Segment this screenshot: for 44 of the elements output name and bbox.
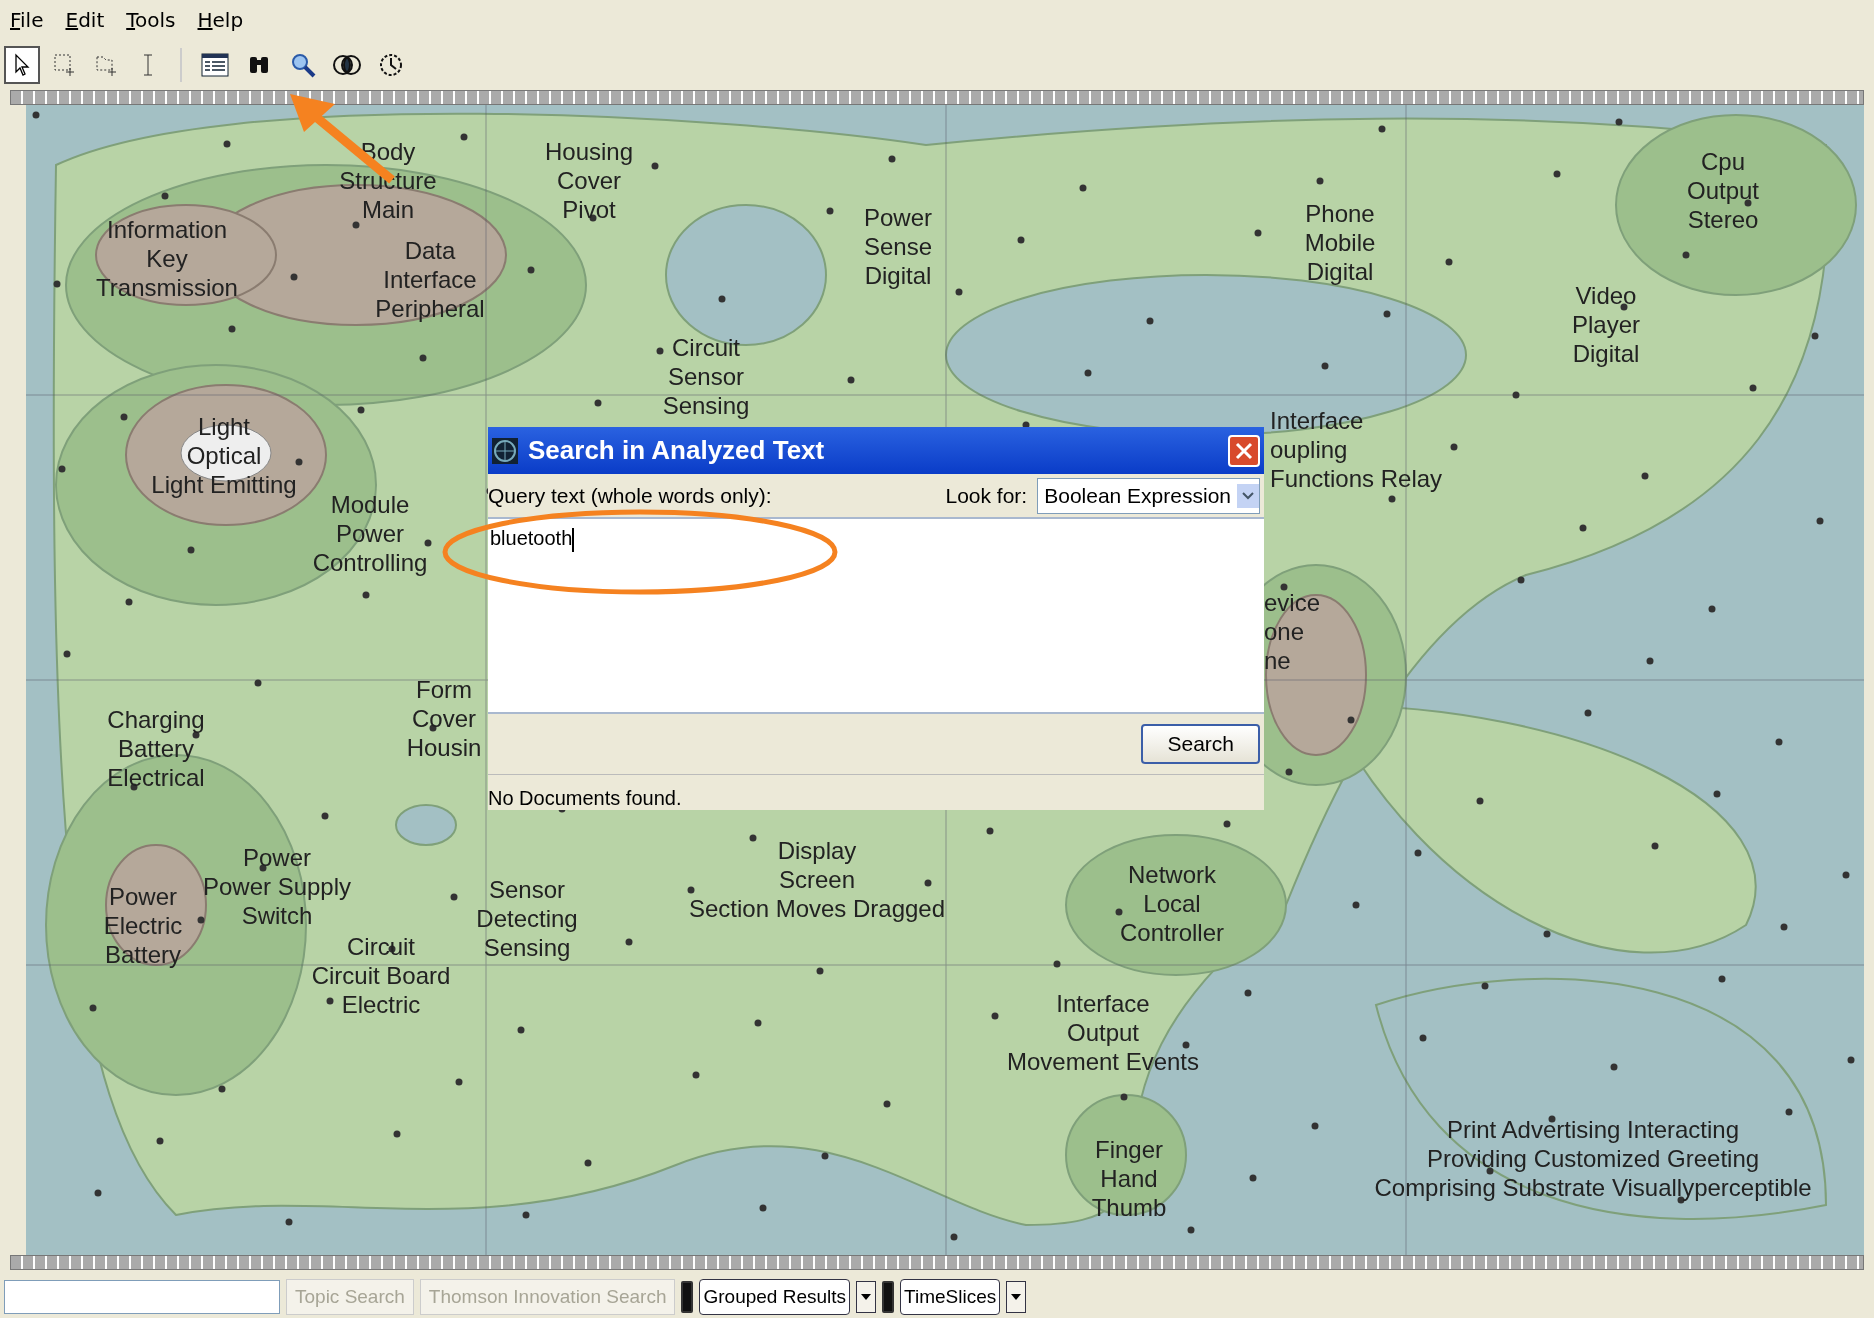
menu-item[interactable]: Help: [197, 8, 244, 32]
view-dropdown[interactable]: Grouped Results: [699, 1279, 851, 1315]
menu-item[interactable]: Edit: [65, 8, 105, 32]
map-label: Phone Mobile Digital: [1304, 199, 1376, 286]
map-label: Housing Cover Pivot: [544, 137, 634, 224]
status-text: No Documents found.: [488, 786, 683, 810]
map-label: Information Key Transmission: [96, 215, 238, 302]
search-button[interactable]: Search: [1141, 724, 1260, 764]
query-text-area[interactable]: bluetooth: [488, 517, 1264, 714]
map-label: Form Cover Housin: [406, 675, 482, 762]
map-label: Charging Battery Electrical: [107, 705, 205, 792]
query-label: Query text (whole words only):: [488, 483, 773, 508]
map-label: Finger Hand Thumb: [1091, 1135, 1167, 1222]
map-label: Network Local Controller: [1120, 860, 1224, 947]
map-label: Circuit Sensor Sensing: [662, 333, 750, 420]
map-label: Print Advertising Interacting Providing Customized Greeting Comprising Substrate Visuallyperceptible: [1374, 1115, 1812, 1202]
map-label: Display Screen Section Moves Dragged: [688, 836, 946, 923]
rect-select-icon: [52, 52, 76, 78]
globe-icon: [492, 437, 518, 464]
map-label: Module Power Controlling: [312, 490, 428, 577]
grip-icon: [681, 1281, 694, 1313]
map-label: Circuit Circuit Board Electric: [311, 932, 451, 1019]
look-for-label: Look for:: [945, 483, 1028, 508]
pointer-tool-button[interactable]: [4, 46, 40, 84]
menu-item[interactable]: Tools: [126, 8, 176, 32]
map-label: evice one ne: [1264, 588, 1321, 675]
map-label: Cpu Output Stereo: [1687, 147, 1759, 234]
map-label: Video Player Digital: [1572, 281, 1640, 368]
map-label: Light Optical Light Emitting: [151, 412, 297, 499]
map-label: Power Sense Digital: [863, 203, 933, 290]
close-button[interactable]: [1228, 434, 1260, 467]
map-label: Sensor Detecting Sensing: [476, 875, 578, 962]
look-for-dropdown[interactable]: Boolean Expression: [1037, 477, 1260, 514]
map-label: Power Power Supply Switch: [202, 843, 352, 930]
search-field[interactable]: [4, 1280, 280, 1314]
map-label: Interface oupling Functions Relay: [1270, 406, 1443, 493]
dialog-title: Search in Analyzed Text: [528, 435, 826, 467]
menu-item[interactable]: File: [10, 8, 44, 32]
map-label: Interface Output Movement Events: [1006, 989, 1200, 1076]
map-label: Power Electric Battery: [103, 882, 183, 969]
map-label: Data Interface Peripheral: [375, 236, 485, 323]
view-dropdown[interactable]: TimeSlices: [900, 1279, 1001, 1315]
grip-icon: [882, 1281, 895, 1313]
chevron-down-icon: [1237, 483, 1259, 508]
